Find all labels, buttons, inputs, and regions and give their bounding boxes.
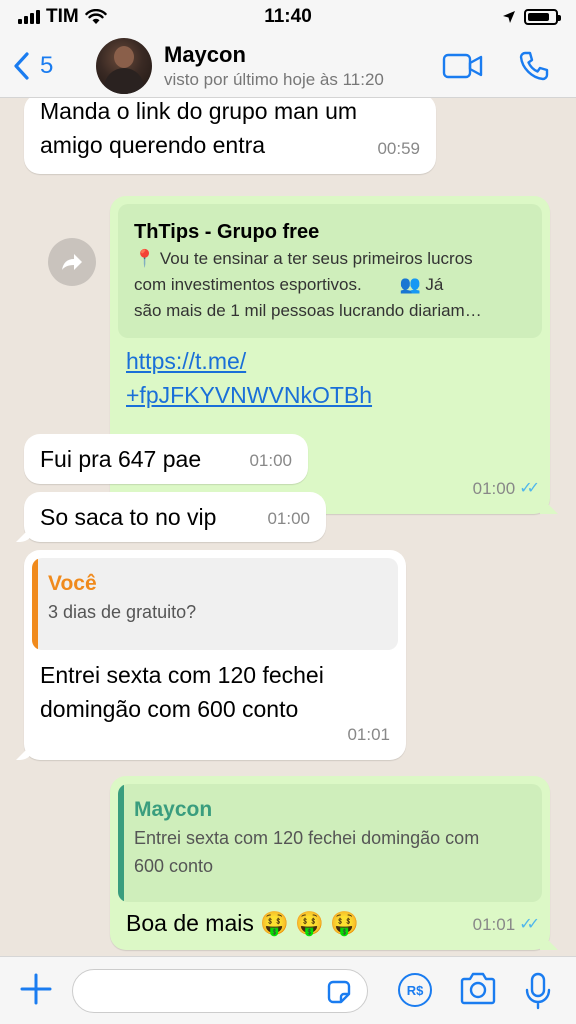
forward-button[interactable] (48, 238, 96, 286)
input-bar: R$ (0, 956, 576, 1024)
avatar[interactable] (96, 37, 152, 94)
unread-count: 5 (40, 51, 54, 79)
message-time: 01:01 (347, 718, 390, 752)
read-ticks-icon: ✓✓ (519, 480, 540, 497)
status-left: TIM (18, 6, 107, 28)
quoted-message[interactable]: Maycon Entrei sexta com 120 fechei domin… (118, 784, 542, 902)
back-button[interactable]: 5 (12, 51, 92, 81)
message-time: 01:00 (249, 444, 292, 478)
preview-description: são mais de 1 mil pessoas lucrando diari… (134, 301, 482, 320)
message-text: Manda o link do grupo man um (40, 98, 358, 124)
message-bubble[interactable]: Fui pra 647 pae 01:00 (24, 434, 308, 484)
battery-icon (524, 9, 561, 25)
message-bubble[interactable]: Manda o link do grupo man um amigo quere… (24, 98, 436, 174)
chat-area[interactable]: Manda o link do grupo man um amigo quere… (0, 98, 576, 956)
sticker-icon[interactable] (325, 978, 353, 1006)
message-time: 00:59 (377, 132, 420, 166)
payment-icon[interactable]: R$ (398, 973, 432, 1007)
message-time: 01:00 (267, 502, 310, 536)
add-icon[interactable] (18, 971, 54, 1007)
preview-title: ThTips - Grupo free (134, 221, 320, 243)
read-ticks-icon: ✓✓ (519, 916, 540, 933)
location-icon (503, 11, 515, 23)
status-bar: TIM 11:40 (0, 0, 576, 34)
preview-description: 📍 Vou te ensinar a ter seus primeiros lu… (134, 249, 473, 268)
quoted-message[interactable]: Você 3 dias de gratuito? (32, 558, 398, 650)
message-link[interactable]: https://t.me/ (126, 344, 534, 378)
signal-icon (18, 10, 40, 24)
phone-icon[interactable] (518, 50, 550, 82)
last-seen: visto por último hoje às 11:20 (164, 69, 384, 89)
payment-label: R$ (406, 982, 424, 998)
quote-text: Entrei sexta com 120 fechei domingão com (134, 828, 480, 848)
preview-description: com investimentos esportivos. 👥 Já (134, 275, 444, 294)
camera-icon[interactable] (458, 971, 498, 1007)
back-chevron-icon (14, 51, 29, 80)
message-bubble[interactable]: Maycon Entrei sexta com 120 fechei domin… (110, 776, 550, 950)
message-time-text: 01:00 (267, 509, 310, 528)
message-time-text: 01:00 (249, 451, 292, 470)
link-preview[interactable]: ThTips - Grupo free 📍 Vou te ensinar a t… (118, 204, 542, 338)
message-time-text: 01:00 (472, 479, 516, 498)
header-actions (442, 50, 550, 82)
contact-info[interactable]: Maycon visto por último hoje às 11:20 (164, 42, 442, 90)
message-text: Entrei sexta com 120 fechei (40, 662, 324, 688)
message-time-text: 01:01 (347, 725, 390, 744)
message-time: 01:00 ✓✓ (472, 472, 540, 506)
message-bubble[interactable]: So saca to no vip 01:00 (24, 492, 326, 542)
quote-author: Maycon (134, 798, 213, 821)
message-text: amigo querendo entra (40, 132, 266, 158)
message-bubble[interactable]: Você 3 dias de gratuito? Entrei sexta co… (24, 550, 406, 760)
message-time-text: 01:01 (472, 915, 516, 934)
message-time: 01:01 ✓✓ (472, 908, 540, 942)
microphone-icon[interactable] (522, 971, 554, 1011)
contact-name: Maycon (164, 41, 246, 67)
message-time-text: 00:59 (377, 139, 420, 158)
status-right (502, 9, 561, 25)
quote-text: 600 conto (134, 856, 214, 876)
chat-header: 5 Maycon visto por último hoje às 11:20 (0, 34, 576, 98)
message-link[interactable]: +fpJFKYVNWVNkOTBh (126, 378, 534, 412)
quote-author: Você (48, 572, 97, 595)
message-text: domingão com 600 conto (40, 696, 299, 722)
wifi-icon (85, 9, 107, 24)
forward-icon (62, 254, 82, 270)
video-call-icon[interactable] (442, 52, 484, 80)
message-input[interactable] (72, 969, 368, 1013)
quote-text: 3 dias de gratuito? (48, 602, 197, 622)
carrier-label: TIM (46, 6, 79, 27)
